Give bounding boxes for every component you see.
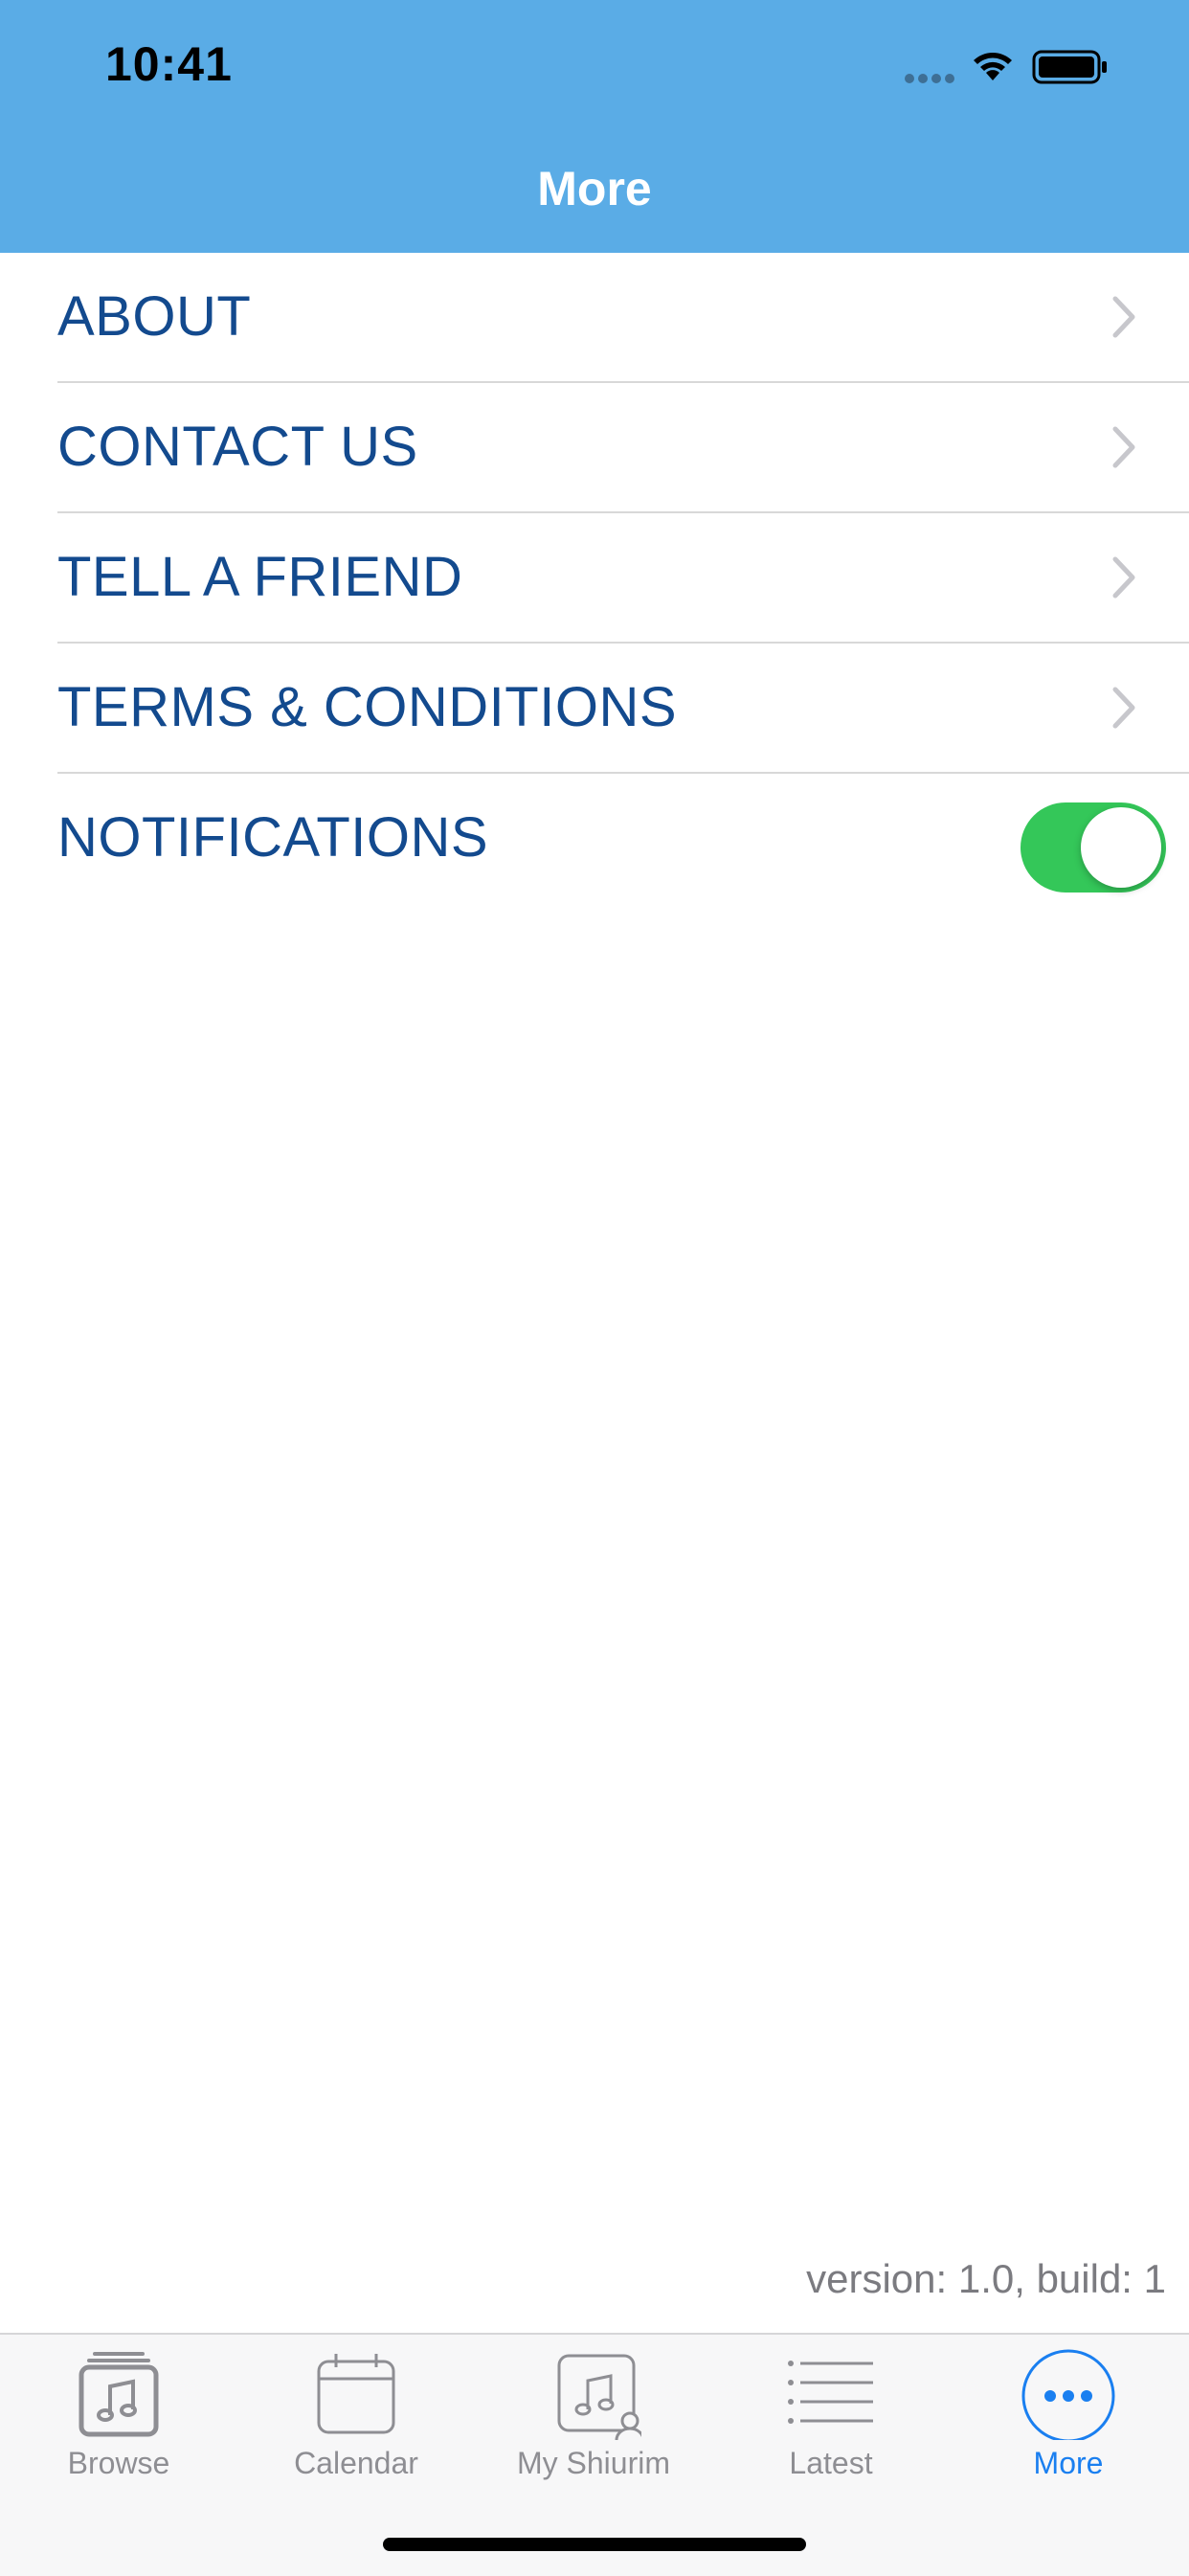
tab-label: Browse: [67, 2446, 170, 2480]
list-icon: [788, 2361, 873, 2424]
menu-item-tell-a-friend[interactable]: TELL A FRIEND: [57, 513, 1189, 644]
tab-latest[interactable]: Latest: [712, 2348, 950, 2492]
menu-item-label: ABOUT: [57, 285, 252, 348]
menu-item-about[interactable]: ABOUT: [57, 253, 1189, 383]
menu-item-contact-us[interactable]: CONTACT US: [57, 383, 1189, 513]
chevron-right-icon: [1112, 426, 1135, 468]
tab-more[interactable]: More: [950, 2348, 1187, 2492]
notifications-label: NOTIFICATIONS: [57, 806, 489, 869]
tab-browse[interactable]: Browse: [0, 2348, 237, 2492]
music-folder-icon: [79, 2352, 159, 2437]
menu-item-label: TELL A FRIEND: [57, 546, 463, 608]
more-icon: [1021, 2349, 1115, 2440]
tab-label: Calendar: [294, 2446, 418, 2480]
navigation-header: 10:41 More: [0, 0, 1189, 253]
status-time: 10:41: [105, 37, 233, 91]
home-indicator: [383, 2538, 806, 2551]
page-title: More: [537, 162, 652, 215]
notifications-toggle[interactable]: [1021, 802, 1166, 893]
menu-item-notifications: NOTIFICATIONS: [57, 774, 1189, 902]
chevron-right-icon: [1112, 687, 1135, 729]
chevron-right-icon: [1112, 556, 1135, 599]
my-music-icon: [557, 2354, 641, 2440]
settings-menu: ABOUT CONTACT US TELL A FRIEND TERMS & C…: [0, 253, 1189, 902]
menu-item-label: TERMS & CONDITIONS: [57, 676, 678, 738]
wifi-icon: [974, 53, 1012, 80]
battery-icon: [1032, 50, 1107, 84]
tab-label: Latest: [789, 2446, 873, 2480]
chevron-right-icon: [1112, 296, 1135, 338]
menu-item-label: CONTACT US: [57, 416, 418, 478]
calendar-icon: [317, 2354, 395, 2434]
tab-label: My Shiurim: [516, 2446, 670, 2480]
cellular-signal-icon: [905, 74, 954, 83]
tab-calendar[interactable]: Calendar: [237, 2348, 475, 2492]
version-label: version: 1.0, build: 1: [806, 2256, 1166, 2301]
menu-item-terms-conditions[interactable]: TERMS & CONDITIONS: [57, 644, 1189, 774]
tab-label: More: [1033, 2446, 1104, 2480]
toggle-knob: [1081, 807, 1161, 888]
tab-my-shiurim[interactable]: My Shiurim: [475, 2348, 712, 2492]
